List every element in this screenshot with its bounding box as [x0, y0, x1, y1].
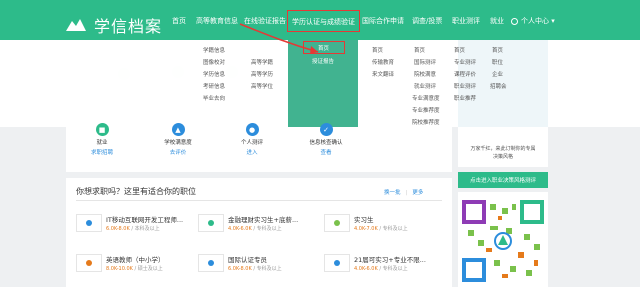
dd-link[interactable]: 高等学籍 [251, 58, 273, 66]
dd-link[interactable]: 企业 [492, 70, 503, 78]
service-info-check[interactable]: ✓ 信息核查确认 查看 [296, 123, 356, 156]
dd-link[interactable]: 首页 [414, 46, 425, 54]
shield-icon: ✓ [319, 123, 333, 136]
cloud-logo-icon [66, 19, 86, 31]
user-icon [511, 17, 518, 25]
dd-link[interactable]: 专业满意度 [412, 94, 440, 102]
job-card[interactable]: 英语教师（中小学） 8.0K-10.0K / 硕士及以上 [76, 252, 196, 276]
dd-link[interactable]: 就业测评 [414, 82, 436, 90]
job-card[interactable]: 21届可实习+专业不限... 4.0K-6.0K / 专科及以上 [324, 252, 444, 276]
nav-online-report[interactable]: 在线验证报告 [244, 16, 286, 26]
dd-link[interactable]: 来文翻译 [372, 70, 394, 78]
service-employment[interactable]: ■ 就业 求职招聘 [72, 123, 132, 156]
service-school-satisfaction[interactable]: ▲ 学校满意度 去评价 [148, 123, 208, 156]
section-rule [76, 200, 442, 201]
dd-link-report[interactable]: 授证报告 [312, 57, 334, 65]
dd-link[interactable]: 毕业去向 [203, 94, 225, 102]
dd-link[interactable]: 职位 [492, 58, 503, 66]
dd-link[interactable]: 招聘会 [490, 82, 507, 90]
briefcase-icon: ■ [95, 123, 109, 136]
dd-link[interactable]: 课程评价 [454, 70, 476, 78]
dd-link-home[interactable]: 首页 [318, 44, 329, 52]
dd-link[interactable]: 图像校对 [203, 58, 225, 66]
company-logo [198, 214, 224, 232]
more-link[interactable]: 更多 [412, 190, 423, 196]
dd-link[interactable]: 院校推荐度 [412, 118, 440, 126]
refresh-link[interactable]: 换一批 [384, 190, 401, 196]
nav-cert-verify[interactable]: 学历认证与成绩验证 [287, 10, 360, 32]
jobs-actions: 换一批 | 更多 [384, 190, 424, 196]
dd-link[interactable]: 高等学位 [251, 82, 273, 90]
dd-link[interactable]: 首页 [372, 46, 383, 54]
dd-link[interactable]: 专业推荐度 [412, 106, 440, 114]
dd-link[interactable]: 首页 [492, 46, 503, 54]
service-personal-test[interactable]: ● 个人测评 进入 [222, 123, 282, 156]
dd-link[interactable]: 高等学历 [251, 70, 273, 78]
dd-link[interactable]: 职业测评 [454, 82, 476, 90]
company-logo [76, 254, 102, 272]
user-center-label: 个人中心 ▾ [521, 17, 555, 25]
company-logo [324, 214, 350, 232]
user-center-menu[interactable]: 个人中心 ▾ [511, 16, 555, 26]
top-nav-bar: 学信档案 首页 高等教育信息 在线验证报告 学历认证与成绩验证 国际合作申请 调… [0, 0, 640, 40]
dd-link[interactable]: 职业推荐 [454, 94, 476, 102]
person-icon: ● [245, 123, 259, 136]
promo-text: 万家千红，来此订制你的专属 决策风格 [470, 146, 536, 160]
dd-link[interactable]: 院校满意 [414, 70, 436, 78]
job-card[interactable]: 国际认证专员 6.0K-8.0K / 专科及以上 [198, 252, 318, 276]
dd-link[interactable]: 学历信息 [203, 70, 225, 78]
school-icon: ▲ [171, 123, 185, 136]
job-card[interactable]: 金融理财实习生+底薪... 4.0K-6.0K / 专科及以上 [198, 212, 318, 236]
sidebar-promo[interactable]: 万家千红，来此订制你的专属 决策风格 [458, 127, 548, 167]
section-divider [66, 172, 452, 178]
nav-survey[interactable]: 调查/投票 [412, 16, 442, 26]
company-logo [76, 214, 102, 232]
dd-link[interactable]: 考研信息 [203, 82, 225, 90]
logo[interactable]: 学信档案 [64, 13, 162, 37]
nav-career-test[interactable]: 职业测评 [452, 16, 480, 26]
jobs-section-title: 你想求职吗？这里有适合你的职位 [76, 187, 196, 196]
company-logo [198, 254, 224, 272]
nav-intl-coop[interactable]: 国际合作申请 [362, 16, 404, 26]
dd-link[interactable]: 学籍信息 [203, 46, 225, 54]
nav-home[interactable]: 首页 [172, 16, 186, 26]
dd-link[interactable]: 首页 [454, 46, 465, 54]
app-name: 学信档案 [94, 17, 163, 36]
job-card[interactable]: 实习生 4.0K-7.0K / 专科及以上 [324, 212, 444, 236]
career-test-button[interactable]: 点击进入职业决策风格测评 [458, 172, 548, 188]
dd-link[interactable]: 专业测评 [454, 58, 476, 66]
nav-employment[interactable]: 就业 [490, 16, 504, 26]
nav-higher-edu[interactable]: 高等教育信息 [196, 16, 238, 26]
qr-code-icon [462, 200, 544, 282]
qr-code-card [458, 192, 548, 287]
company-logo [324, 254, 350, 272]
job-card[interactable]: IT移动互联网开发工程师... 6.0K-8.0K / 本科及以上 [76, 212, 196, 236]
dd-link[interactable]: 国际测评 [414, 58, 436, 66]
dd-link[interactable]: 传输教育 [372, 58, 394, 66]
